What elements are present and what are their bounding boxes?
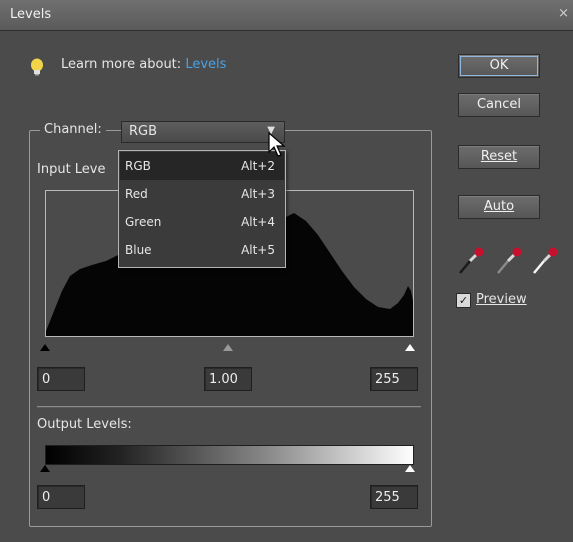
menu-item-label: Green [125,215,162,229]
learn-more-label: Learn more about: [61,57,182,72]
output-gradient-bar [45,445,414,465]
output-white-field[interactable]: 255 [370,485,418,509]
input-white-slider[interactable] [405,344,415,351]
input-white-field[interactable]: 255 [370,367,418,391]
input-black-slider[interactable] [40,344,50,351]
menu-item-shortcut: Alt+3 [241,187,275,201]
input-gamma-field[interactable]: 1.00 [204,367,252,391]
channel-select[interactable]: RGB ▼ [121,121,285,143]
output-levels-label: Output Levels: [37,417,132,432]
menu-item-shortcut: Alt+2 [241,159,275,173]
reset-button[interactable]: Reset [458,145,540,169]
auto-button-label: Auto [483,199,515,214]
auto-button[interactable]: Auto [458,195,540,219]
input-black-field[interactable]: 0 [37,367,85,391]
reset-button-label: Reset [480,149,518,164]
channel-label: Channel: [40,122,106,137]
close-icon[interactable]: × [558,6,569,21]
white-eyedropper-icon[interactable] [533,247,558,274]
output-black-slider[interactable] [40,465,50,472]
preview-checkbox[interactable]: ✓ [456,293,471,308]
menu-item-shortcut: Alt+4 [241,215,275,229]
menu-item-label: RGB [125,159,151,173]
menu-item-blue[interactable]: Blue Alt+5 [120,236,284,264]
output-white-slider[interactable] [405,465,415,472]
mouse-cursor-icon [268,132,286,157]
gray-eyedropper-icon[interactable] [497,247,522,274]
eyedropper-tools [459,247,558,274]
cancel-button[interactable]: Cancel [458,93,540,117]
channel-dropdown-menu: RGB Alt+2 Red Alt+3 Green Alt+4 Blue Alt… [118,150,286,268]
channel-select-value: RGB [129,124,158,139]
levels-help-link[interactable]: Levels [185,57,226,72]
input-gamma-slider[interactable] [223,344,233,351]
input-levels-label: Input Leve [37,162,106,177]
preview-label: Preview [476,292,527,307]
menu-item-rgb[interactable]: RGB Alt+2 [120,152,284,180]
menu-item-red[interactable]: Red Alt+3 [120,180,284,208]
menu-item-green[interactable]: Green Alt+4 [120,208,284,236]
ok-button[interactable]: OK [458,54,540,78]
title-bar: Levels × [0,0,573,31]
menu-item-label: Red [125,187,148,201]
menu-item-label: Blue [125,243,152,257]
window-title: Levels [10,7,52,22]
lightbulb-icon [31,58,43,76]
menu-item-shortcut: Alt+5 [241,243,275,257]
output-black-field[interactable]: 0 [37,485,85,509]
black-eyedropper-icon[interactable] [459,247,484,274]
divider [37,406,421,408]
